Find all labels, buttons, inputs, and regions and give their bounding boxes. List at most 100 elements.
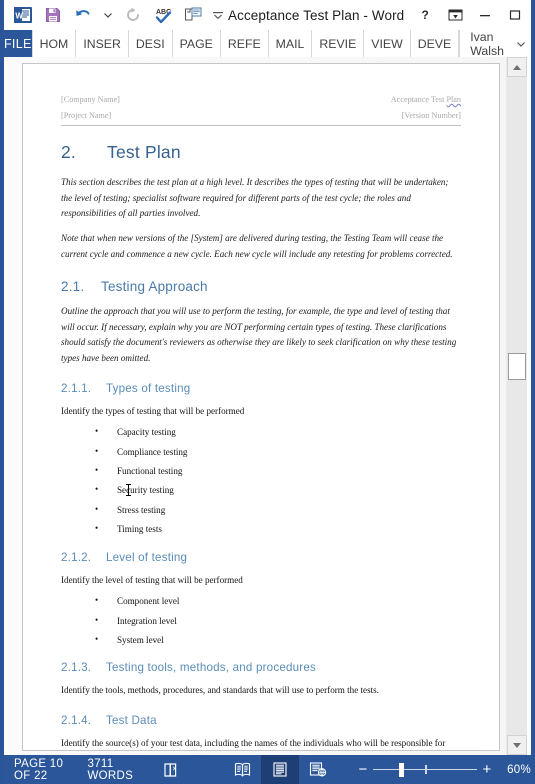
list-item: Integration level	[95, 614, 461, 627]
list-item: Stress testing	[95, 504, 461, 516]
paragraph-intro-2: Note that when new versions of the [Syst…	[61, 232, 453, 259]
paragraph-identify-tools: Identify the tools, methods, procedures,…	[61, 685, 379, 696]
tab-mailings[interactable]: MAIL	[269, 30, 313, 57]
header-doc-title: Acceptance Test Plan	[390, 95, 461, 104]
header-rule	[61, 124, 461, 126]
paragraph-approach: Outline the approach that you will use t…	[61, 306, 457, 364]
tab-insert[interactable]: INSER	[76, 30, 129, 57]
heading-number: 2.1.4.	[61, 713, 92, 727]
avatar[interactable]: K	[531, 33, 535, 55]
tab-review[interactable]: REVIE	[312, 30, 365, 57]
heading-211-types-of-testing: 2.1.1. Types of testing	[61, 382, 461, 395]
tab-design[interactable]: DESI	[129, 30, 173, 57]
print-layout-button[interactable]	[261, 755, 300, 784]
ribbon-tab-bar: FILE HOM INSER DESI PAGE REFE MAIL REVIE…	[4, 30, 531, 58]
save-icon[interactable]	[38, 1, 68, 29]
status-bar: PAGE 10 OF 22 3711 WORDS x − + 60%	[4, 755, 531, 784]
zoom-slider-thumb[interactable]	[399, 762, 405, 777]
paragraph-identify-types: Identify the types of testing that will …	[61, 405, 245, 416]
help-button[interactable]: ?	[410, 1, 440, 29]
touch-mode-icon[interactable]	[178, 1, 208, 29]
tab-developer[interactable]: DEVE	[411, 30, 460, 57]
zoom-slider[interactable]	[373, 762, 478, 777]
word-window: W ABC Acceptance Test Plan - Word ? FILE…	[0, 0, 535, 784]
text-cursor	[126, 484, 131, 496]
misspelled-word: Plan	[446, 95, 461, 104]
heading-number: 2.1.	[61, 279, 85, 295]
document-workspace: [Company Name] [Project Name] Acceptance…	[8, 57, 527, 755]
web-layout-button[interactable]	[299, 755, 337, 784]
customize-qat-icon[interactable]	[208, 1, 228, 29]
heading-2-test-plan: 2. Test Plan	[61, 142, 461, 163]
header-project-name: [Project Name]	[61, 110, 112, 120]
tab-view[interactable]: VIEW	[364, 30, 411, 57]
heading-number: 2.	[61, 141, 76, 162]
chevron-down-icon	[513, 742, 521, 748]
heading-212-level-of-testing: 2.1.2. Level of testing	[61, 551, 461, 564]
undo-icon[interactable]	[68, 1, 98, 29]
zoom-out-button[interactable]: −	[355, 761, 371, 778]
heading-21-testing-approach: 2.1. Testing Approach	[61, 279, 461, 294]
word-count[interactable]: 3711 WORDS	[66, 755, 134, 784]
svg-text:W: W	[15, 12, 23, 21]
window-title: Acceptance Test Plan - Word	[228, 7, 405, 23]
ribbon-display-options-button[interactable]	[440, 1, 470, 29]
document-scroll-area[interactable]: [Company Name] [Project Name] Acceptance…	[8, 57, 507, 755]
heading-text: Testing tools, methods, and procedures	[106, 661, 316, 675]
svg-text:x: x	[173, 765, 177, 772]
zoom-slider-midpoint-tick	[425, 764, 427, 774]
user-name-label[interactable]: Ivan Walsh	[459, 30, 515, 58]
scrollbar-track[interactable]	[507, 77, 527, 735]
redo-icon[interactable]	[118, 1, 148, 29]
close-button[interactable]	[530, 1, 531, 29]
paragraph-intro-1: This section describes the test plan at …	[61, 176, 449, 219]
list-item: Compliance testing	[95, 446, 461, 458]
paragraph-identify-test-data: Identify the source(s) of your test data…	[61, 737, 446, 755]
heading-213-testing-tools: 2.1.3. Testing tools, methods, and proce…	[61, 661, 461, 674]
document-header: [Company Name] [Project Name] Acceptance…	[61, 92, 461, 124]
heading-214-test-data: 2.1.4. Test Data	[61, 714, 461, 727]
list-item: Component level	[95, 595, 461, 607]
heading-number: 2.1.2.	[61, 550, 92, 564]
chevron-down-icon[interactable]	[515, 41, 531, 47]
list-item: Security testing	[95, 484, 461, 496]
read-mode-button[interactable]	[223, 755, 261, 784]
tab-home[interactable]: HOM	[31, 30, 77, 57]
heading-text: Testing Approach	[101, 279, 208, 295]
view-buttons	[223, 755, 337, 784]
quick-access-toolbar: W ABC	[8, 1, 228, 29]
title-bar: W ABC Acceptance Test Plan - Word ?	[4, 0, 531, 30]
account-area: Ivan Walsh K	[459, 30, 535, 58]
zoom-level-label[interactable]: 60%	[507, 764, 531, 776]
ribbon-tabs-list: HOM INSER DESI PAGE REFE MAIL REVIE VIEW…	[31, 30, 460, 57]
tab-page-layout[interactable]: PAGE	[173, 30, 221, 57]
list-levels-of-testing: Component level Integration level System…	[61, 595, 461, 646]
tab-file[interactable]: FILE	[4, 30, 32, 57]
paragraph-identify-levels: Identify the level of testing that will …	[61, 574, 243, 585]
zoom-in-button[interactable]: +	[479, 761, 495, 778]
heading-text: Test Plan	[107, 141, 181, 162]
heading-number: 2.1.3.	[61, 661, 92, 675]
list-types-of-testing: Capacity testing Compliance testing Func…	[61, 426, 461, 535]
heading-number: 2.1.1.	[61, 381, 92, 395]
list-item: Timing tests	[95, 523, 461, 535]
document-page-10[interactable]: [Company Name] [Project Name] Acceptance…	[22, 63, 500, 755]
minimize-button[interactable]	[470, 1, 500, 29]
svg-text:?: ?	[422, 8, 429, 22]
vertical-scrollbar[interactable]	[506, 57, 527, 755]
list-item: System level	[95, 634, 461, 646]
page-indicator[interactable]: PAGE 10 OF 22	[4, 755, 66, 784]
tab-references[interactable]: REFE	[221, 30, 269, 57]
window-controls: ?	[410, 1, 531, 29]
restore-button[interactable]	[500, 1, 530, 29]
scroll-up-button[interactable]	[507, 57, 527, 77]
undo-dropdown-icon[interactable]	[98, 1, 118, 29]
chevron-up-icon	[513, 64, 521, 70]
header-version-number: [Version Number]	[401, 110, 461, 120]
spelling-check-icon[interactable]: ABC	[148, 1, 178, 29]
scrollbar-thumb[interactable]	[508, 353, 526, 380]
scroll-down-button[interactable]	[507, 735, 527, 755]
word-app-icon[interactable]: W	[8, 1, 38, 29]
heading-text: Types of testing	[106, 381, 191, 395]
proofing-errors-icon[interactable]: x	[133, 755, 181, 784]
